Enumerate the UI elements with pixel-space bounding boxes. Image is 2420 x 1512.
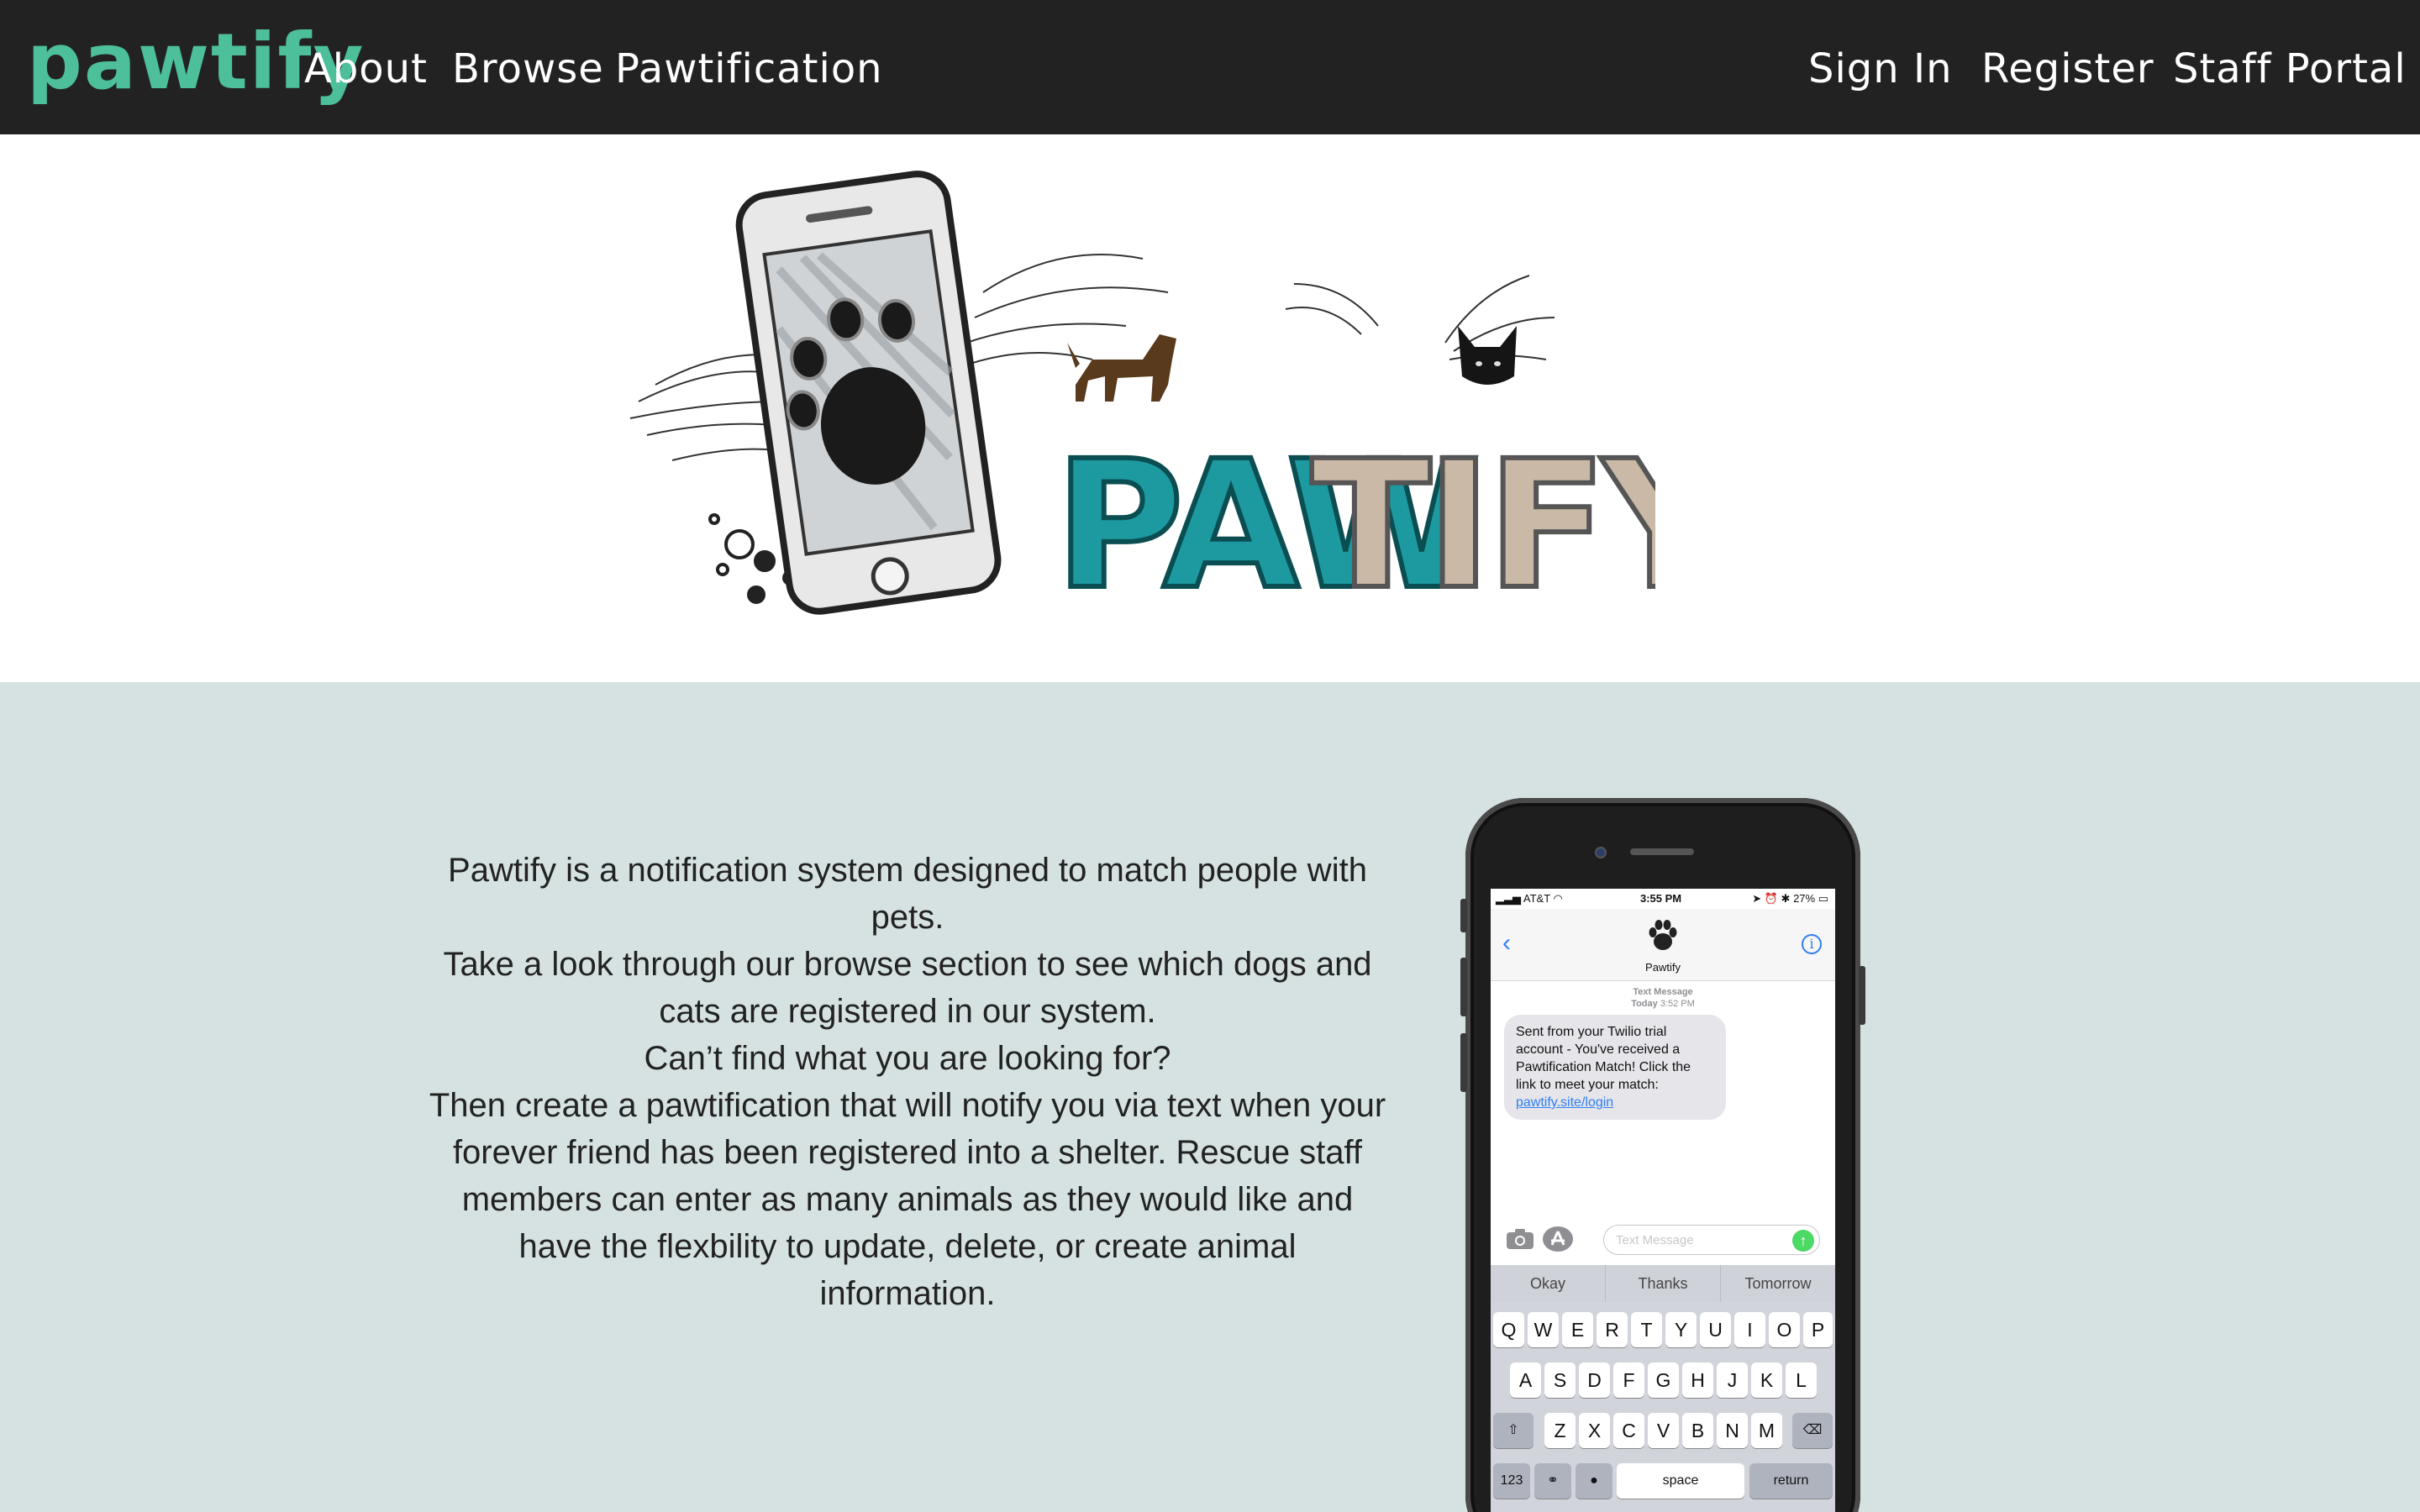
back-chevron-icon[interactable]: ‹ (1502, 931, 1511, 956)
status-carrier: ▂▃▅ AT&T ◠ (1496, 892, 1563, 905)
key-k[interactable]: K (1751, 1362, 1782, 1398)
key-j[interactable]: J (1717, 1362, 1748, 1398)
return-key[interactable]: return (1749, 1463, 1833, 1499)
nav-link-browse[interactable]: Browse (452, 44, 604, 94)
key-q[interactable]: Q (1493, 1312, 1524, 1347)
message-text-field[interactable]: Text Message ↑ (1603, 1225, 1820, 1255)
about-paragraph-2: Take a look through our browse section t… (443, 946, 1372, 1030)
key-d[interactable]: D (1579, 1362, 1610, 1398)
key-y[interactable]: Y (1665, 1312, 1697, 1347)
key-a[interactable]: A (1510, 1362, 1541, 1398)
about-paragraph-4: Then create a pawtification that will no… (429, 1087, 1386, 1312)
keyboard-row-4: 123 ⚭ ● space return (1491, 1458, 1835, 1500)
keyboard-row-2: A S D F G H J K L (1491, 1357, 1835, 1399)
message-placeholder: Text Message (1616, 1233, 1694, 1247)
message-type-label: Text Message (1633, 987, 1693, 997)
keyboard-row-1: Q W E R T Y U I O P (1491, 1307, 1835, 1349)
nav-link-sign-in[interactable]: Sign In (1808, 44, 1953, 94)
key-c[interactable]: C (1613, 1413, 1644, 1448)
key-v[interactable]: V (1648, 1413, 1679, 1448)
message-time: 3:52 PM (1660, 999, 1695, 1009)
phone-screen: ▂▃▅ AT&T ◠ 3:55 PM ➤ ⏰ ✱ 27% ▭ ‹ Pawtify… (1491, 889, 1835, 1512)
suggestion-tomorrow[interactable]: Tomorrow (1721, 1265, 1835, 1302)
globe-key-icon[interactable]: ⚭ (1534, 1463, 1571, 1499)
numbers-key[interactable]: 123 (1493, 1463, 1530, 1499)
status-bar: ▂▃▅ AT&T ◠ 3:55 PM ➤ ⏰ ✱ 27% ▭ (1491, 889, 1835, 909)
phone-power-button (1859, 966, 1865, 1025)
front-camera-icon (1595, 847, 1607, 858)
key-m[interactable]: M (1751, 1413, 1782, 1448)
message-meta: Text Message Today 3:52 PM (1491, 986, 1835, 1010)
dog-silhouette-icon (1067, 334, 1176, 402)
phone-volume-up (1460, 958, 1467, 1016)
nav-link-staff-portal[interactable]: Staff Portal (2173, 44, 2407, 94)
key-h[interactable]: H (1682, 1362, 1713, 1398)
nav-link-pawtification[interactable]: Pawtification (615, 44, 883, 94)
keyboard-row-3: ⇧ Z X C V B N M ⌫ (1491, 1408, 1835, 1450)
shift-key-icon[interactable]: ⇧ (1493, 1413, 1534, 1448)
conversation-header: ‹ Pawtify i (1491, 909, 1835, 981)
key-o[interactable]: O (1769, 1312, 1800, 1347)
nav-link-register[interactable]: Register (1981, 44, 2154, 94)
key-u[interactable]: U (1700, 1312, 1731, 1347)
key-l[interactable]: L (1786, 1362, 1817, 1398)
suggestion-thanks[interactable]: Thanks (1606, 1265, 1721, 1302)
space-key[interactable]: space (1617, 1463, 1744, 1499)
key-p[interactable]: P (1803, 1312, 1833, 1347)
message-input-row: Text Message ↑ (1491, 1221, 1835, 1258)
phone-drawing-icon (735, 171, 1002, 615)
key-i[interactable]: I (1734, 1312, 1765, 1347)
key-g[interactable]: G (1648, 1362, 1679, 1398)
phone-mockup: ▂▃▅ AT&T ◠ 3:55 PM ➤ ⏰ ✱ 27% ▭ ‹ Pawtify… (1460, 798, 1865, 1512)
key-n[interactable]: N (1717, 1413, 1748, 1448)
phone-volume-down (1460, 1033, 1467, 1092)
predictive-suggestions: Okay Thanks Tomorrow (1491, 1265, 1835, 1302)
logo-word-tify: TIFY (1311, 423, 1655, 628)
app-store-icon[interactable] (1543, 1226, 1573, 1252)
hero-section: PAW TIFY (0, 134, 2420, 682)
key-f[interactable]: F (1613, 1362, 1644, 1398)
about-text: Pawtify is a notification system designe… (429, 847, 1386, 1317)
cat-head-icon (1458, 326, 1517, 385)
message-link[interactable]: pawtify.site/login (1516, 1095, 1613, 1110)
key-r[interactable]: R (1597, 1312, 1628, 1347)
pawtify-hero-logo: PAW TIFY (629, 171, 1655, 631)
status-time: 3:55 PM (1640, 892, 1682, 905)
message-text: Sent from your Twilio trial account - Yo… (1516, 1025, 1691, 1092)
contact-name: Pawtify (1645, 961, 1681, 974)
send-arrow-icon[interactable]: ↑ (1792, 1230, 1814, 1252)
nav-link-about[interactable]: About (304, 44, 428, 94)
keyboard: Okay Thanks Tomorrow Q W E R T Y U I O P… (1491, 1265, 1835, 1512)
key-z[interactable]: Z (1544, 1413, 1576, 1448)
message-bubble: Sent from your Twilio trial account - Yo… (1504, 1015, 1726, 1120)
status-battery: ➤ ⏰ ✱ 27% ▭ (1752, 892, 1828, 905)
about-paragraph-3: Can’t find what you are looking for? (644, 1040, 1171, 1077)
key-w[interactable]: W (1528, 1312, 1559, 1347)
key-s[interactable]: S (1544, 1362, 1576, 1398)
navbar: pawtify About Browse Pawtification Sign … (0, 0, 2420, 134)
key-b[interactable]: B (1682, 1413, 1713, 1448)
phone-mute-switch (1460, 899, 1467, 932)
earpiece-speaker (1630, 848, 1694, 855)
suggestion-okay[interactable]: Okay (1491, 1265, 1606, 1302)
about-section: Pawtify is a notification system designe… (0, 682, 2420, 1512)
key-t[interactable]: T (1631, 1312, 1662, 1347)
microphone-key-icon[interactable]: ● (1576, 1463, 1612, 1499)
camera-icon[interactable] (1506, 1228, 1534, 1250)
backspace-key-icon[interactable]: ⌫ (1792, 1413, 1833, 1448)
about-paragraph-1: Pawtify is a notification system designe… (448, 852, 1367, 936)
info-icon[interactable]: i (1802, 934, 1822, 954)
key-e[interactable]: E (1562, 1312, 1593, 1347)
message-day: Today (1631, 999, 1658, 1009)
key-x[interactable]: X (1579, 1413, 1610, 1448)
paw-print-avatar-icon (1649, 920, 1677, 950)
